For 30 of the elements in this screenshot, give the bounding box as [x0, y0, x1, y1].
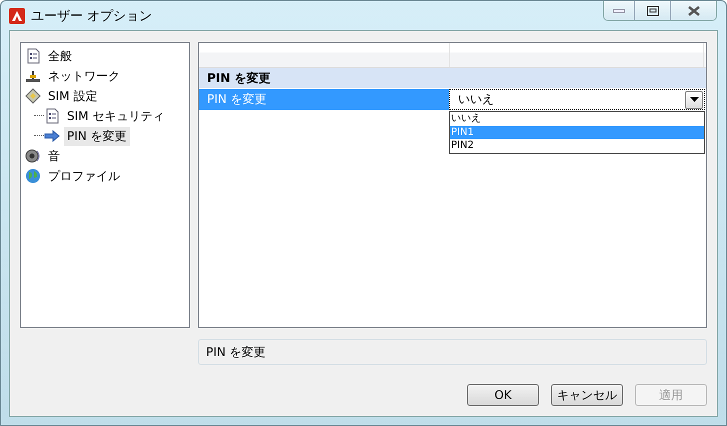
document-icon	[25, 48, 41, 64]
window-title: ユーザー オプション	[31, 8, 154, 24]
close-icon	[686, 6, 700, 16]
tree-item[interactable]: SIM セキュリティ	[64, 106, 168, 126]
maximize-icon	[646, 6, 658, 16]
tree-item[interactable]: SIM 設定	[45, 86, 100, 106]
arrow-icon	[44, 128, 60, 144]
caret-icon	[690, 97, 698, 102]
sim-card-icon	[25, 88, 41, 104]
dialog-button[interactable]: キャンセル	[551, 384, 623, 406]
tree-item[interactable]: ネットワーク	[45, 66, 123, 86]
close-button[interactable]	[670, 1, 716, 20]
speaker-icon	[25, 148, 41, 164]
dropdown-button[interactable]	[685, 90, 703, 108]
description-text: PIN を変更	[206, 344, 266, 360]
tree-item[interactable]: 音	[45, 146, 63, 166]
tree-item[interactable]: 全般	[45, 46, 75, 66]
document-icon	[44, 108, 60, 124]
tree-item[interactable]: プロファイル	[45, 166, 123, 186]
dropdown-option[interactable]: いいえ	[450, 112, 704, 126]
globe-icon	[25, 168, 41, 184]
maximize-button[interactable]	[634, 1, 670, 20]
dropdown-option[interactable]: PIN2	[450, 139, 704, 152]
dialog-button[interactable]: OK	[467, 384, 539, 406]
tree-item[interactable]: PIN を変更	[64, 126, 130, 146]
minimize-icon	[613, 8, 625, 14]
network-icon	[25, 68, 41, 84]
app-icon	[9, 8, 25, 24]
dropdown[interactable]: いいえ	[449, 89, 705, 110]
category-label: PIN を変更	[207, 70, 270, 86]
